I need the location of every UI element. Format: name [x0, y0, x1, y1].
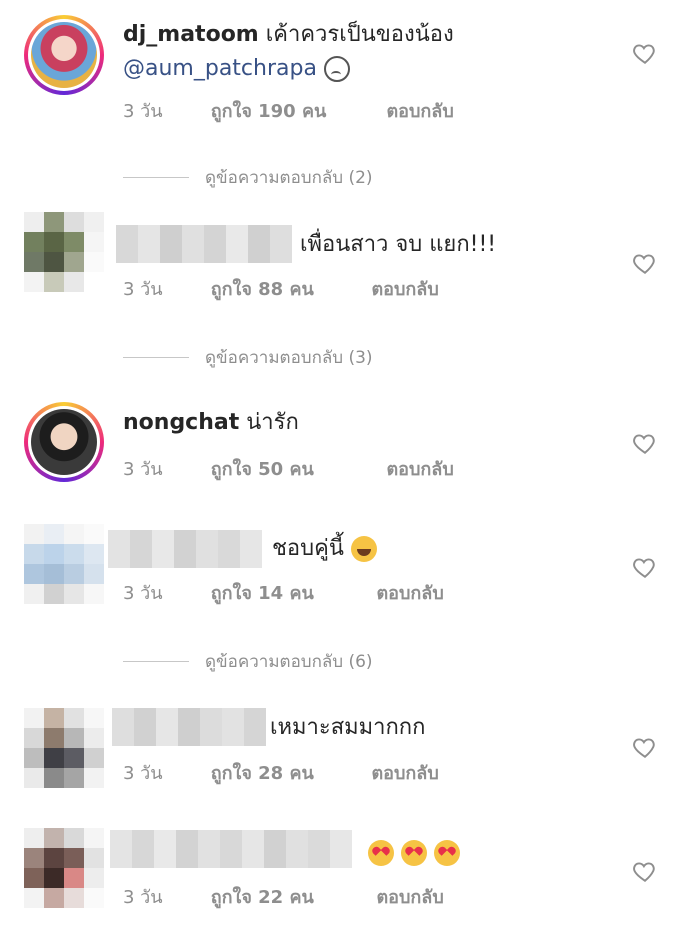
- comment-meta: 3 วัน ถูกใจ 22 คน ตอบกลับ: [123, 882, 444, 911]
- reply-button[interactable]: ตอบกลับ: [376, 578, 443, 607]
- view-replies-link[interactable]: ดูข้อความตอบกลับ (3): [123, 344, 373, 371]
- comment-meta: 3 วัน ถูกใจ 28 คน ตอบกลับ: [123, 758, 439, 787]
- heart-icon[interactable]: [632, 40, 658, 66]
- comment-username[interactable]: nongchat: [123, 410, 239, 435]
- laughing-face-icon: [350, 536, 377, 562]
- avatar[interactable]: [24, 212, 104, 292]
- heart-icon[interactable]: [632, 430, 658, 456]
- comment-time: 3 วัน: [123, 101, 163, 122]
- view-replies-label: ดูข้อความตอบกลับ (6): [205, 652, 373, 672]
- likes-count[interactable]: ถูกใจ 190 คน: [211, 96, 381, 125]
- comment-time: 3 วัน: [123, 459, 163, 480]
- comment-text: dj_matoom เค้าควรเป็นของน้อง @aum_patchr…: [123, 18, 613, 86]
- likes-count[interactable]: ถูกใจ 28 คน: [211, 758, 366, 787]
- reply-button[interactable]: ตอบกลับ: [371, 274, 438, 303]
- comment-body: เพื่อนสาว จบ แยก!!!: [300, 232, 497, 257]
- heart-icon[interactable]: [632, 250, 658, 276]
- heart-icon[interactable]: [632, 734, 658, 760]
- comment-text: nongchat น่ารัก: [123, 406, 299, 440]
- comment-meta: 3 วัน ถูกใจ 88 คน ตอบกลับ: [123, 274, 439, 303]
- avatar[interactable]: [24, 15, 104, 95]
- view-replies-link[interactable]: ดูข้อความตอบกลับ (2): [123, 164, 373, 191]
- blurred-username: [108, 530, 262, 568]
- likes-count[interactable]: ถูกใจ 14 คน: [211, 578, 371, 607]
- heart-icon[interactable]: [632, 554, 658, 580]
- view-replies-label: ดูข้อความตอบกลับ (2): [205, 168, 373, 188]
- comment-text: เหมาะสมมากกก: [270, 711, 425, 745]
- blurred-username: [110, 830, 352, 868]
- comment-time: 3 วัน: [123, 279, 163, 300]
- heart-eyes-face-icon: [368, 840, 394, 866]
- comment-meta: 3 วัน ถูกใจ 190 คน ตอบกลับ: [123, 96, 454, 125]
- reply-button[interactable]: ตอบกลับ: [371, 758, 438, 787]
- comment-text: เพื่อนสาว จบ แยก!!!: [300, 228, 496, 262]
- comment-body: ชอบคู่นี้: [272, 536, 344, 561]
- comment-time: 3 วัน: [123, 763, 163, 784]
- comment-meta: 3 วัน ถูกใจ 50 คน ตอบกลับ: [123, 454, 454, 483]
- avatar[interactable]: [24, 708, 104, 788]
- comment-text: ชอบคู่นี้: [272, 532, 377, 566]
- comment-meta: 3 วัน ถูกใจ 14 คน ตอบกลับ: [123, 578, 444, 607]
- comment-body: เหมาะสมมากกก: [270, 715, 426, 740]
- comment-time: 3 วัน: [123, 887, 163, 908]
- likes-count[interactable]: ถูกใจ 22 คน: [211, 882, 371, 911]
- avatar[interactable]: [24, 402, 104, 482]
- comment-body: น่ารัก: [246, 410, 299, 435]
- frowning-face-icon: [323, 56, 350, 82]
- reply-button[interactable]: ตอบกลับ: [386, 96, 453, 125]
- avatar[interactable]: [24, 828, 104, 908]
- comment-username[interactable]: dj_matoom: [123, 22, 259, 47]
- likes-count[interactable]: ถูกใจ 50 คน: [211, 454, 381, 483]
- likes-count[interactable]: ถูกใจ 88 คน: [211, 274, 366, 303]
- blurred-username: [112, 708, 266, 746]
- reply-button[interactable]: ตอบกลับ: [386, 454, 453, 483]
- avatar[interactable]: [24, 524, 104, 604]
- mention-link[interactable]: @aum_patchrapa: [123, 56, 317, 81]
- comment-text: [368, 836, 460, 870]
- heart-eyes-face-icon: [434, 840, 460, 866]
- heart-icon[interactable]: [632, 858, 658, 884]
- view-replies-label: ดูข้อความตอบกลับ (3): [205, 348, 373, 368]
- view-replies-link[interactable]: ดูข้อความตอบกลับ (6): [123, 648, 373, 675]
- comment-time: 3 วัน: [123, 583, 163, 604]
- reply-button[interactable]: ตอบกลับ: [376, 882, 443, 911]
- blurred-username: [116, 225, 292, 263]
- heart-eyes-face-icon: [401, 840, 427, 866]
- comment-body: เค้าควรเป็นของน้อง: [265, 22, 454, 47]
